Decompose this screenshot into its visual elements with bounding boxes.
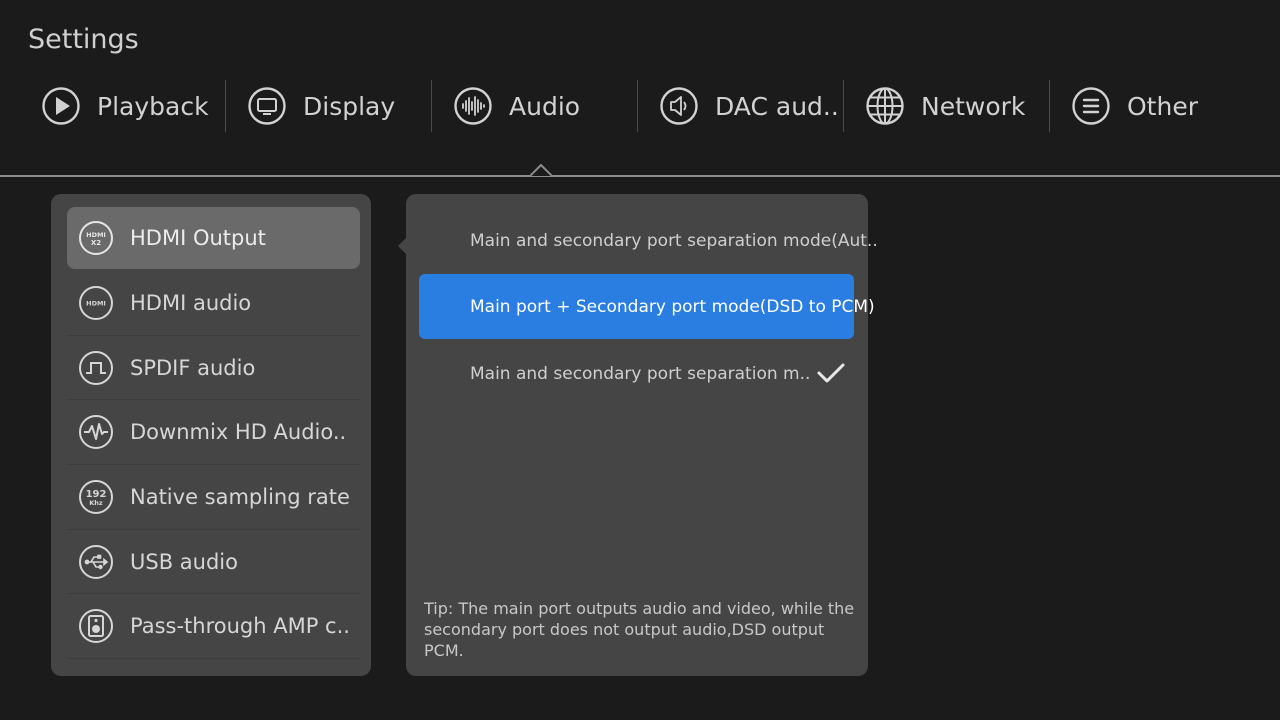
tab-network[interactable]: Network bbox=[865, 78, 1025, 134]
menu-item-hdmi-output[interactable]: HDMI X2 HDMI Output bbox=[67, 207, 360, 269]
tab-label: Playback bbox=[97, 91, 209, 121]
tab-dac-audio[interactable]: DAC aud.. bbox=[659, 78, 839, 134]
tab-divider bbox=[431, 80, 432, 132]
tip-text: Tip: The main port outputs audio and vid… bbox=[424, 599, 855, 660]
tab-label: Audio bbox=[509, 91, 581, 121]
menu-item-label: HDMI Output bbox=[130, 226, 266, 250]
tab-divider bbox=[1049, 80, 1050, 132]
tab-label: Other bbox=[1127, 91, 1198, 121]
hdmi-icon-text: HDMI bbox=[86, 231, 106, 239]
tab-audio[interactable]: Audio bbox=[453, 78, 580, 134]
menu-item-hdmi-audio[interactable]: HDMI HDMI audio bbox=[67, 271, 360, 336]
category-tabs: Playback Display Audio DAC aud.. Network… bbox=[0, 78, 1280, 134]
tab-other[interactable]: Other bbox=[1071, 78, 1198, 134]
sampling-rate-unit: Khz bbox=[89, 499, 103, 507]
tab-divider bbox=[225, 80, 226, 132]
tab-display[interactable]: Display bbox=[247, 78, 395, 134]
speaker-icon bbox=[659, 86, 699, 126]
menu-item-label: Native sampling rate bbox=[130, 484, 350, 509]
tab-label: DAC aud.. bbox=[715, 91, 839, 121]
menu-item-label: HDMI audio bbox=[130, 290, 252, 315]
option-label: Main and secondary port separation mode(… bbox=[470, 230, 878, 251]
tab-divider bbox=[637, 80, 638, 132]
waveform-icon bbox=[78, 414, 114, 450]
option-separation-auto[interactable]: Main and secondary port separation mode(… bbox=[419, 208, 878, 273]
menu-lines-icon bbox=[1071, 86, 1111, 126]
menu-item-spdif-audio[interactable]: SPDIF audio bbox=[67, 336, 360, 401]
hdmi-x2-icon: HDMI X2 bbox=[78, 220, 114, 256]
tab-label: Network bbox=[921, 91, 1026, 121]
menu-item-label: USB audio bbox=[130, 549, 238, 574]
tab-underline bbox=[0, 175, 1280, 177]
active-tab-pointer bbox=[530, 164, 552, 176]
tab-divider bbox=[843, 80, 844, 132]
globe-icon bbox=[865, 86, 905, 126]
menu-item-native-sampling-rate[interactable]: 192 Khz Native sampling rate bbox=[67, 465, 360, 530]
x2-icon-text: X2 bbox=[91, 239, 101, 247]
sampling-rate-icon: 192 Khz bbox=[78, 479, 114, 515]
option-main-secondary-dsd-pcm[interactable]: Main port + Secondary port mode(DSD to P… bbox=[419, 274, 875, 339]
page-title: Settings bbox=[28, 24, 139, 55]
menu-item-downmix-hd-audio[interactable]: Downmix HD Audio.. bbox=[67, 400, 360, 466]
audio-settings-menu: HDMI X2 HDMI Output HDMI HDMI audio SPDI… bbox=[51, 194, 371, 676]
usb-icon bbox=[78, 544, 114, 580]
menu-item-usb-audio[interactable]: USB audio bbox=[67, 530, 360, 595]
option-separation-mode[interactable]: Main and secondary port separation m.. bbox=[419, 341, 854, 406]
amp-speaker-icon bbox=[78, 608, 114, 644]
tab-label: Display bbox=[303, 91, 396, 121]
hdmi-output-options: Main and secondary port separation mode(… bbox=[406, 194, 878, 676]
hdmi-icon-text: HDMI bbox=[86, 299, 106, 307]
audio-wave-icon bbox=[453, 86, 493, 126]
option-label: Main port + Secondary port mode(DSD to P… bbox=[470, 296, 875, 317]
hdmi-icon: HDMI bbox=[78, 285, 114, 321]
menu-item-label: Downmix HD Audio.. bbox=[130, 420, 347, 445]
menu-item-label: Pass-through AMP c.. bbox=[130, 614, 350, 639]
check-icon bbox=[816, 361, 846, 385]
option-label: Main and secondary port separation m.. bbox=[470, 363, 811, 384]
menu-item-pass-through-amp[interactable]: Pass-through AMP c.. bbox=[67, 594, 360, 660]
square-wave-icon bbox=[78, 350, 114, 386]
tab-playback[interactable]: Playback bbox=[41, 78, 209, 134]
play-circle-icon bbox=[41, 86, 81, 126]
monitor-icon bbox=[247, 86, 287, 126]
menu-item-label: SPDIF audio bbox=[130, 355, 256, 380]
